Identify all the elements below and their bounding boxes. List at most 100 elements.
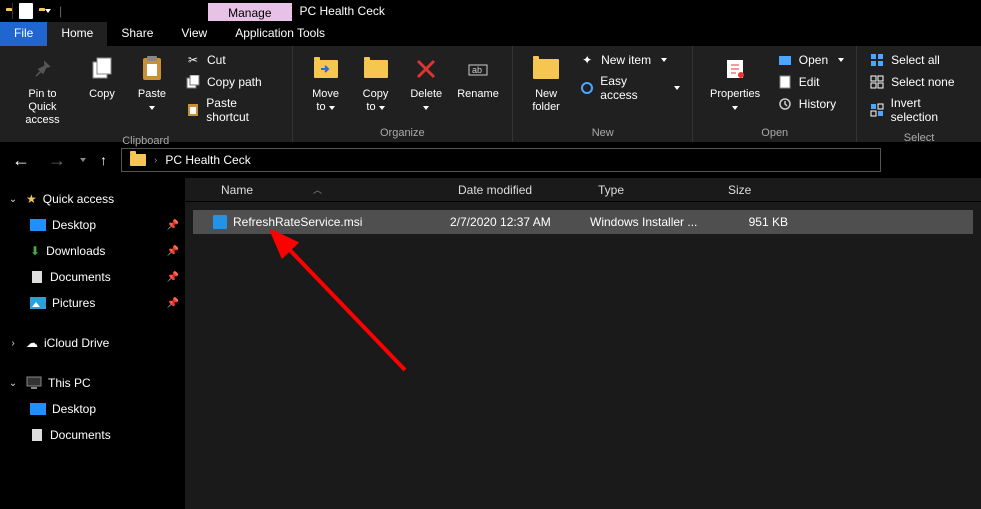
copy-path-icon [185, 74, 201, 90]
properties-button[interactable]: Properties [701, 50, 768, 116]
sidebar-item-quick-access[interactable]: ⌄ ★ Quick access [0, 186, 185, 212]
ribbon: Pin to Quick access Copy Paste ✂ Cut [0, 46, 981, 142]
tab-application-tools[interactable]: Application Tools [221, 22, 339, 46]
tab-home[interactable]: Home [47, 22, 107, 46]
invert-selection-icon [869, 102, 885, 118]
pin-icon [29, 52, 55, 86]
edit-button[interactable]: Edit [773, 72, 848, 92]
qat-separator-2: | [57, 4, 62, 18]
select-none-button[interactable]: Select none [865, 72, 973, 92]
sidebar-item-documents[interactable]: Documents📌 [0, 264, 185, 290]
sort-indicator-icon: ︿ [313, 183, 322, 196]
tab-share[interactable]: Share [107, 22, 167, 46]
file-list: Name︿ Date modified Type Size RefreshRat… [185, 178, 981, 509]
column-header-type[interactable]: Type [590, 183, 720, 197]
properties-icon [723, 52, 747, 86]
qat-dropdown-icon[interactable] [45, 9, 51, 13]
qat-separator [12, 3, 13, 19]
msi-file-icon [213, 215, 227, 229]
new-folder-button[interactable]: New folder [521, 50, 571, 116]
chevron-right-icon[interactable]: › [154, 155, 157, 166]
sidebar-item-desktop[interactable]: Desktop📌 [0, 212, 185, 238]
column-header-name[interactable]: Name︿ [213, 183, 450, 197]
ribbon-group-label: New [513, 125, 692, 142]
new-item-button[interactable]: ✦ New item [575, 50, 684, 70]
paste-shortcut-button[interactable]: Paste shortcut [181, 94, 284, 126]
forward-button[interactable]: → [44, 146, 70, 175]
cloud-icon: ☁ [26, 336, 38, 350]
file-name-cell: RefreshRateService.msi [213, 215, 450, 229]
tab-file[interactable]: File [0, 22, 47, 46]
quick-access-toolbar: | [0, 3, 68, 19]
svg-text:ab: ab [472, 65, 482, 75]
ribbon-group-new: New folder ✦ New item Easy access New [513, 46, 693, 142]
file-row[interactable]: RefreshRateService.msi 2/7/2020 12:37 AM… [193, 210, 973, 234]
downloads-icon: ⬇ [30, 244, 40, 258]
up-button[interactable]: ↑ [96, 148, 111, 172]
ribbon-group-organize: Move to Copy to Delete ab Rename Organiz… [293, 46, 514, 142]
delete-icon [414, 52, 438, 86]
navigation-bar: ← → ↑ › PC Health Ceck [0, 142, 981, 178]
ribbon-group-label: Open [693, 125, 856, 142]
paste-icon [139, 52, 165, 86]
address-bar[interactable]: › PC Health Ceck [121, 148, 881, 172]
file-size-cell: 951 KB [720, 215, 800, 229]
ribbon-group-label: Organize [293, 125, 513, 142]
move-to-icon [314, 52, 338, 86]
ribbon-group-label: Select [857, 130, 981, 147]
pictures-icon [30, 297, 46, 309]
pin-icon: 📌 [167, 246, 179, 257]
back-button[interactable]: ← [8, 146, 34, 175]
sidebar-item-this-pc[interactable]: ⌄ This PC [0, 370, 185, 396]
sidebar-item-pictures[interactable]: Pictures📌 [0, 290, 185, 316]
copy-icon [89, 52, 115, 86]
pc-icon [26, 376, 42, 390]
easy-access-icon [579, 80, 594, 96]
delete-button[interactable]: Delete [401, 50, 452, 116]
title-bar: | Manage PC Health Ceck [0, 0, 981, 22]
new-item-icon: ✦ [579, 52, 595, 68]
ribbon-tabs: File Home Share View Application Tools [0, 22, 981, 46]
chevron-right-icon[interactable]: › [6, 338, 20, 349]
tab-view[interactable]: View [167, 22, 221, 46]
rename-icon: ab [466, 52, 490, 86]
copy-to-button[interactable]: Copy to [351, 50, 401, 116]
file-date-cell: 2/7/2020 12:37 AM [450, 215, 590, 229]
breadcrumb-folder[interactable]: PC Health Ceck [165, 153, 250, 167]
column-header-date[interactable]: Date modified [450, 183, 590, 197]
pin-icon: 📌 [167, 298, 179, 309]
scissors-icon: ✂ [185, 52, 201, 68]
qat-doc-icon[interactable] [19, 3, 33, 19]
rename-button[interactable]: ab Rename [452, 50, 504, 103]
column-headers: Name︿ Date modified Type Size [185, 178, 981, 202]
open-button[interactable]: Open [773, 50, 848, 70]
sidebar-item-documents-pc[interactable]: Documents [0, 422, 185, 448]
pin-to-quick-access-button[interactable]: Pin to Quick access [8, 50, 77, 129]
ribbon-group-open: Properties Open Edit History Open [693, 46, 857, 142]
sidebar-item-downloads[interactable]: ⬇ Downloads📌 [0, 238, 185, 264]
chevron-down-icon[interactable]: ⌄ [6, 194, 20, 205]
copy-path-button[interactable]: Copy path [181, 72, 284, 92]
folder-icon [130, 154, 146, 166]
context-tab-manage[interactable]: Manage [208, 3, 291, 21]
sidebar-item-icloud[interactable]: › ☁ iCloud Drive [0, 330, 185, 356]
star-icon: ★ [26, 192, 37, 206]
history-button[interactable]: History [773, 94, 848, 114]
invert-selection-button[interactable]: Invert selection [865, 94, 973, 126]
file-type-cell: Windows Installer ... [590, 215, 720, 229]
cut-button[interactable]: ✂ Cut [181, 50, 284, 70]
column-header-size[interactable]: Size [720, 183, 800, 197]
copy-button[interactable]: Copy [77, 50, 127, 103]
desktop-icon [30, 219, 46, 231]
sidebar-item-desktop-pc[interactable]: Desktop [0, 396, 185, 422]
main-area: ⌄ ★ Quick access Desktop📌 ⬇ Downloads📌 D… [0, 178, 981, 509]
easy-access-button[interactable]: Easy access [575, 72, 684, 104]
select-all-button[interactable]: Select all [865, 50, 973, 70]
chevron-down-icon [149, 106, 155, 110]
chevron-down-icon[interactable]: ⌄ [6, 378, 20, 389]
move-to-button[interactable]: Move to [301, 50, 351, 116]
ribbon-group-select: Select all Select none Invert selection … [857, 46, 981, 142]
history-dropdown-icon[interactable] [80, 158, 86, 162]
paste-shortcut-icon [185, 102, 200, 118]
paste-button[interactable]: Paste [127, 50, 177, 116]
